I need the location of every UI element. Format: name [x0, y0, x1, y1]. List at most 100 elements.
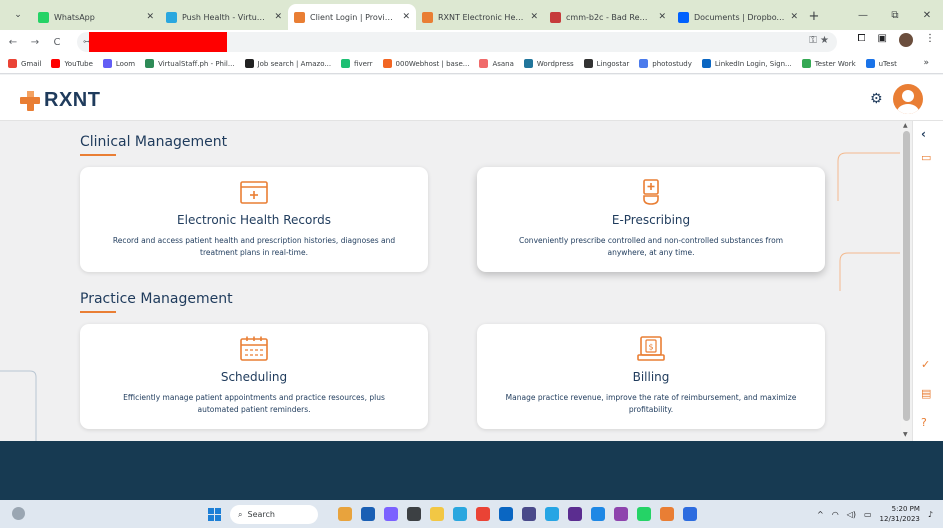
browser-menu-icon[interactable]: ⋮	[925, 33, 935, 47]
scroll-up-arrow[interactable]: ▲	[903, 122, 908, 129]
card-title: Billing	[632, 370, 670, 384]
close-window-button[interactable]: ✕	[911, 10, 943, 21]
taskbar-app-icon[interactable]	[683, 507, 697, 521]
taskbar-app-icon[interactable]	[338, 507, 352, 521]
bookmark-item[interactable]: Gmail	[8, 59, 41, 68]
network-icon[interactable]: ◠	[832, 510, 839, 519]
browser-tab[interactable]: WhatsApp ✕	[32, 4, 160, 30]
card-billing[interactable]: $ Billing Manage practice revenue, impro…	[477, 324, 825, 429]
address-bar[interactable]: ⊶ ⚿ ★	[77, 32, 837, 52]
taskbar-clock[interactable]: 5:20 PM 12/31/2023	[880, 504, 920, 524]
message-icon[interactable]: ▤	[921, 387, 931, 400]
page-scrollbar[interactable]: ▲ ▼	[901, 121, 912, 441]
bookmark-item[interactable]: 000Webhost | base...	[382, 59, 469, 68]
reload-button[interactable]: C	[48, 37, 66, 48]
tab-close-icon[interactable]: ✕	[790, 12, 798, 22]
logo-text: RXNT	[44, 89, 101, 111]
taskbar-app-icon[interactable]	[361, 507, 375, 521]
tray-overflow-icon[interactable]: ^	[817, 510, 824, 519]
card-electronic-health-records[interactable]: Electronic Health Records Record and acc…	[80, 167, 428, 272]
bookmark-item[interactable]: Lingostar	[583, 59, 629, 68]
bookmark-item[interactable]: Job search | Amazo...	[244, 59, 331, 68]
taskbar-app-icon[interactable]	[453, 507, 467, 521]
bookmark-label: Loom	[115, 59, 136, 68]
bookmark-item[interactable]: Wordpress	[523, 59, 574, 68]
maximize-button[interactable]: ⧉	[879, 10, 911, 21]
rxnt-logo[interactable]: RXNT	[19, 89, 100, 112]
settings-gear-icon[interactable]: ⚙	[870, 91, 883, 107]
bookmark-item[interactable]: Tester Work	[801, 59, 856, 68]
taskbar-search[interactable]: ⌕ Search	[230, 505, 318, 524]
browser-tab[interactable]: cmm-b2c - Bad Request ✕	[544, 4, 672, 30]
bookmark-item[interactable]: YouTube	[51, 59, 93, 68]
help-icon[interactable]: ?	[921, 416, 927, 429]
minimize-button[interactable]: —	[847, 10, 879, 21]
browser-tab[interactable]: Push Health - Virtual Conc ✕	[160, 4, 288, 30]
bookmark-label: Wordpress	[536, 59, 574, 68]
taskbar-app-icon[interactable]	[568, 507, 582, 521]
volume-icon[interactable]: ◁)	[847, 510, 856, 519]
taskbar-app-icon[interactable]	[522, 507, 536, 521]
browser-tab[interactable]: Documents | Dropbox Fax ✕	[672, 4, 804, 30]
bookmark-item[interactable]: uTest	[865, 59, 897, 68]
redacted-url	[89, 32, 227, 52]
battery-icon[interactable]: ▭	[864, 510, 872, 519]
scroll-down-arrow[interactable]: ▼	[903, 431, 908, 438]
billing-icon: $	[637, 336, 665, 361]
bookmark-item[interactable]: Loom	[102, 59, 136, 68]
main-content: Clinical Management Electronic Health Re…	[0, 121, 900, 441]
tab-title: Push Health - Virtual Conc	[182, 12, 268, 22]
card-description: Conveniently prescribe controlled and no…	[518, 236, 783, 257]
taskbar-app-icon[interactable]	[384, 507, 398, 521]
taskbar-app-icon[interactable]	[660, 507, 674, 521]
browser-tab[interactable]: RXNT Electronic Health Re ✕	[416, 4, 544, 30]
windows-start-icon[interactable]	[208, 508, 221, 521]
taskbar-app-icon[interactable]	[637, 507, 651, 521]
bookmarks-overflow-button[interactable]: »	[923, 58, 929, 68]
tab-favicon-icon	[550, 11, 561, 23]
bookmark-label: photostudy	[652, 59, 692, 68]
check-circle-icon[interactable]: ✓	[921, 358, 930, 371]
taskbar-app-icon[interactable]	[407, 507, 421, 521]
bookmark-item[interactable]: fiverr	[341, 59, 373, 68]
tab-favicon-icon	[294, 11, 305, 23]
tab-search-button[interactable]: ⌄	[6, 4, 30, 26]
weather-widget-icon[interactable]	[12, 507, 25, 520]
taskbar-app-icon[interactable]	[545, 507, 559, 521]
taskbar-app-icon[interactable]	[614, 507, 628, 521]
tab-close-icon[interactable]: ✕	[402, 12, 410, 22]
bookmark-item[interactable]: LinkedIn Login, Sign...	[701, 59, 792, 68]
bookmark-item[interactable]: VirtualStaff.ph - Phil...	[145, 59, 235, 68]
card-e-prescribing[interactable]: E-Prescribing Conveniently prescribe con…	[477, 167, 825, 272]
extensions-icon[interactable]: ⧠	[858, 33, 866, 47]
tab-close-icon[interactable]: ✕	[274, 12, 282, 22]
bookmark-item[interactable]: Asana	[479, 59, 514, 68]
user-avatar[interactable]	[893, 84, 923, 114]
bookmark-label: Gmail	[21, 59, 42, 68]
tab-close-icon[interactable]: ✕	[146, 12, 154, 22]
bookmark-star-icon[interactable]: ⚿ ★	[809, 35, 829, 46]
new-tab-button[interactable]: +	[804, 5, 824, 27]
tab-title: Documents | Dropbox Fax	[694, 12, 784, 22]
collapse-chevron-icon[interactable]: ‹	[921, 127, 926, 141]
browser-tab[interactable]: Client Login | Providers & ✕	[288, 4, 416, 30]
tab-close-icon[interactable]: ✕	[530, 12, 538, 22]
taskbar-app-icon[interactable]	[591, 507, 605, 521]
notification-bell-icon[interactable]: ♪	[928, 510, 933, 519]
bookmark-item[interactable]: photostudy	[639, 59, 692, 68]
tab-close-icon[interactable]: ✕	[658, 12, 666, 22]
taskbar-app-icon[interactable]	[476, 507, 490, 521]
bookmark-label: VirtualStaff.ph - Phil...	[158, 59, 235, 68]
sidepanel-icon[interactable]: ▣	[878, 33, 887, 47]
chat-icon[interactable]: ▭	[921, 151, 931, 164]
browser-profile-avatar[interactable]	[899, 33, 913, 47]
taskbar-app-icon[interactable]	[499, 507, 513, 521]
forward-button[interactable]: →	[26, 37, 44, 48]
back-button[interactable]: ←	[4, 37, 22, 48]
taskbar-app-icon[interactable]	[430, 507, 444, 521]
bookmarks-bar: Gmail YouTube Loom VirtualStaff.ph - Phil..…	[0, 54, 943, 74]
avatar-person-icon	[897, 90, 919, 114]
scroll-thumb[interactable]	[903, 131, 910, 421]
card-scheduling[interactable]: Scheduling Efficiently manage patient ap…	[80, 324, 428, 429]
bookmark-favicon-icon	[51, 59, 61, 68]
